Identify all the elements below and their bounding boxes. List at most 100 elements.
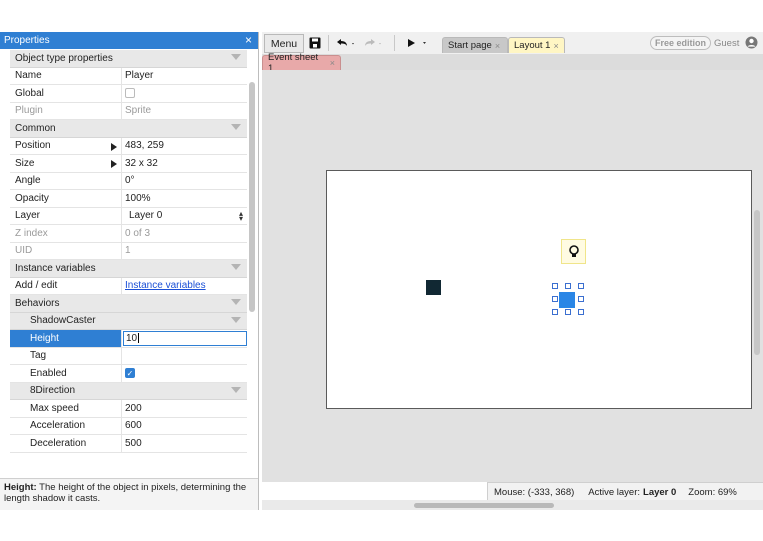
property-row-deceleration[interactable]: Deceleration 500 (10, 435, 247, 453)
free-edition-badge[interactable]: Free edition (650, 36, 712, 50)
property-label: Name (10, 67, 122, 84)
property-row-tag[interactable]: Tag (10, 347, 247, 365)
property-row-acceleration[interactable]: Acceleration 600 (10, 417, 247, 435)
layout-vertical-scrollbar[interactable] (754, 210, 760, 355)
property-value[interactable]: 600 (122, 418, 247, 435)
resize-handle[interactable] (578, 309, 584, 315)
section-header-common[interactable]: Common (10, 120, 247, 138)
user-name[interactable]: Guest (714, 38, 739, 49)
property-label: Acceleration (10, 417, 122, 434)
property-value[interactable]: 10 (122, 330, 247, 347)
property-row-uid[interactable]: UID 1 (10, 242, 247, 260)
property-row-opacity[interactable]: Opacity 100% (10, 190, 247, 208)
property-label: Plugin (10, 102, 122, 119)
resize-handle[interactable] (578, 283, 584, 289)
property-value-text: 0° (125, 175, 135, 187)
property-value[interactable]: ✓ (122, 365, 247, 382)
properties-scrollbar[interactable] (249, 82, 255, 312)
dark-sprite-instance[interactable] (426, 280, 441, 295)
chevron-down-icon[interactable] (231, 124, 241, 130)
resize-handle[interactable] (565, 309, 571, 315)
property-value: 0 of 3 (122, 225, 247, 242)
close-icon[interactable]: × (330, 58, 335, 68)
dropdown-arrows-icon[interactable]: ▴ ▾ (239, 209, 243, 222)
height-input[interactable]: 10 (123, 331, 247, 346)
property-label: Enabled (10, 365, 122, 382)
undo-button[interactable] (334, 34, 358, 51)
help-term: Height: (4, 482, 37, 493)
property-row-position[interactable]: Position 483, 259 (10, 137, 247, 155)
resize-handle[interactable] (552, 309, 558, 315)
property-row-plugin[interactable]: Plugin Sprite (10, 102, 247, 120)
property-value[interactable]: 500 (122, 435, 247, 452)
layout-canvas[interactable] (326, 170, 752, 409)
property-label: Tag (10, 347, 122, 364)
chevron-down-icon[interactable] (231, 316, 241, 323)
tab-start-page[interactable]: Start page × (442, 37, 508, 53)
instance-variables-link[interactable]: Instance variables (125, 280, 206, 291)
preview-button[interactable] (402, 34, 430, 51)
chevron-down-icon[interactable] (231, 386, 241, 393)
redo-button[interactable] (362, 34, 386, 51)
section-header-shadowcaster[interactable]: ShadowCaster (10, 312, 247, 330)
property-value-text: 100% (125, 192, 151, 204)
property-row-height[interactable]: Height 10 (10, 330, 247, 348)
save-icon (309, 37, 321, 48)
light-object[interactable] (561, 239, 586, 264)
property-row-max-speed[interactable]: Max speed 200 (10, 400, 247, 418)
property-value[interactable]: Player (122, 68, 247, 85)
properties-title-bar: Properties × (0, 32, 258, 49)
height-input-text: 10 (126, 332, 138, 344)
active-layer-label: Active layer: (588, 486, 641, 498)
property-row-layer[interactable]: Layer Layer 0 ▴ ▾ (10, 207, 247, 225)
user-icon[interactable] (745, 36, 758, 49)
tab-layout-1[interactable]: Layout 1 × (508, 37, 565, 53)
resize-handle[interactable] (552, 296, 558, 302)
expand-arrow-icon[interactable] (111, 160, 117, 168)
layout-horizontal-scrollbar[interactable] (414, 503, 554, 508)
section-header-behaviors[interactable]: Behaviors (10, 295, 247, 313)
layout-view[interactable] (262, 70, 763, 482)
property-row-size[interactable]: Size 32 x 32 (10, 155, 247, 173)
property-checkbox[interactable] (125, 88, 135, 99)
property-help-text: Height: The height of the object in pixe… (0, 478, 258, 510)
close-icon[interactable]: × (553, 41, 558, 51)
section-header-8direction[interactable]: 8Direction (10, 382, 247, 400)
section-header-object-type-properties[interactable]: Object type properties (10, 50, 247, 68)
save-button[interactable] (306, 34, 324, 51)
property-value[interactable]: Layer 0 ▴ ▾ (122, 208, 247, 225)
property-value[interactable]: 0° (122, 173, 247, 190)
section-header-instance-variables[interactable]: Instance variables (10, 260, 247, 278)
property-row-enabled[interactable]: Enabled ✓ (10, 365, 247, 383)
resize-handle[interactable] (578, 296, 584, 302)
close-icon[interactable]: × (495, 41, 500, 51)
property-row-add-edit[interactable]: Add / edit Instance variables (10, 277, 247, 295)
resize-handle[interactable] (552, 283, 558, 289)
player-sprite-instance[interactable] (559, 292, 575, 308)
chevron-down-icon[interactable] (231, 264, 241, 270)
menu-button[interactable]: Menu (264, 34, 304, 53)
property-label: Global (10, 85, 122, 102)
property-checkbox[interactable]: ✓ (125, 368, 135, 379)
property-value[interactable] (122, 85, 247, 102)
property-value[interactable] (122, 348, 247, 365)
resize-handle[interactable] (565, 283, 571, 289)
property-value[interactable]: 483, 259 (122, 138, 247, 155)
property-value[interactable]: 200 (122, 400, 247, 417)
redo-icon (365, 38, 381, 46)
expand-arrow-icon[interactable] (111, 142, 117, 151)
property-label: UID (10, 242, 122, 259)
property-value[interactable]: 100% (122, 190, 247, 207)
property-row-angle[interactable]: Angle 0° (10, 172, 247, 190)
property-value[interactable]: 32 x 32 (122, 155, 247, 172)
close-icon[interactable]: × (245, 33, 252, 47)
property-row-global[interactable]: Global (10, 85, 247, 103)
property-row-z-index[interactable]: Z index 0 of 3 (10, 225, 247, 243)
property-value: 1 (122, 243, 247, 260)
property-value-text: 600 (125, 420, 142, 432)
property-row-name[interactable]: Name Player (10, 67, 247, 85)
tab-event-sheet-1[interactable]: Event sheet 1 × (262, 52, 341, 74)
chevron-down-icon[interactable] (231, 299, 241, 305)
property-value[interactable]: Instance variables (122, 278, 247, 295)
chevron-down-icon[interactable] (231, 54, 241, 60)
